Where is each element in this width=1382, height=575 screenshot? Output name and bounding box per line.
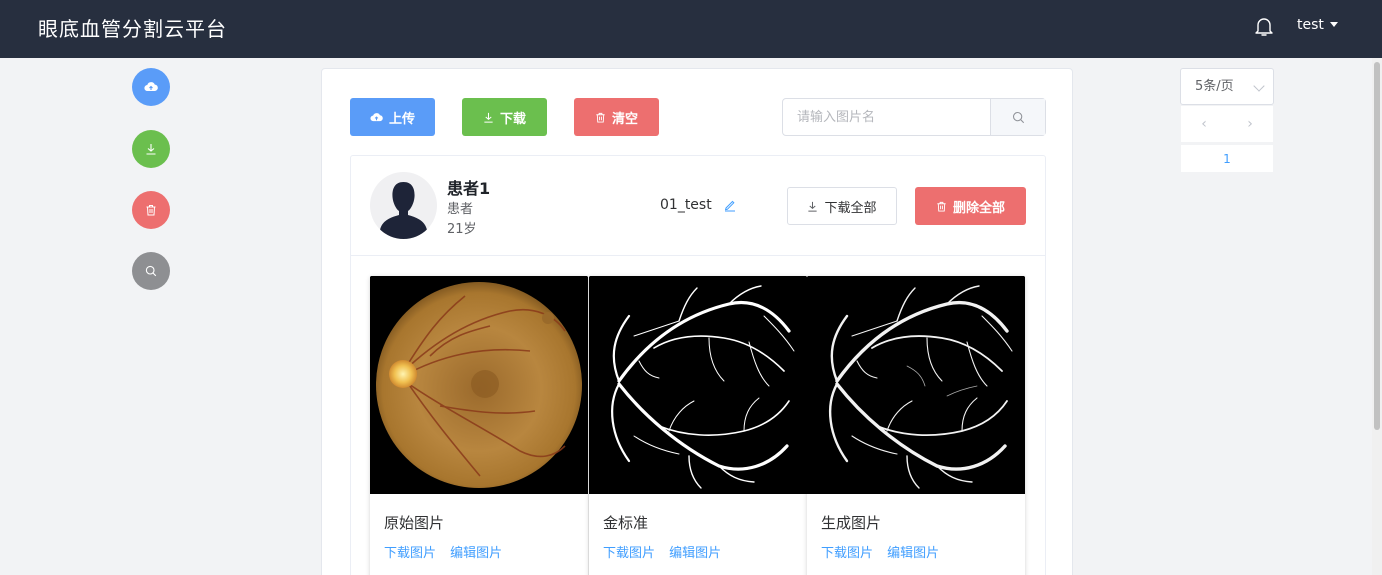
side-clear-button[interactable] (132, 191, 170, 229)
search-box (782, 98, 1046, 136)
vertical-scrollbar[interactable] (1372, 58, 1382, 575)
upload-label: 上传 (388, 111, 415, 127)
cloud-upload-icon (144, 82, 158, 92)
download-image-link[interactable]: 下载图片 (384, 546, 436, 561)
search-button[interactable] (990, 99, 1045, 135)
download-all-button[interactable]: 下载全部 (787, 187, 897, 225)
clear-label: 清空 (611, 111, 638, 127)
search-input[interactable] (783, 99, 991, 135)
patient-name: 患者1 (447, 179, 491, 198)
edit-pen-icon[interactable] (723, 198, 737, 212)
top-header: 眼底血管分割云平台 test (0, 0, 1382, 58)
image-title: 生成图片 (821, 514, 882, 532)
image-card-ground-truth: 金标准 下载图片 编辑图片 (589, 276, 807, 575)
download-icon (146, 144, 156, 155)
cloud-upload-icon (370, 112, 383, 121)
search-icon (145, 265, 157, 277)
edit-image-link[interactable]: 编辑图片 (450, 546, 502, 561)
avatar (370, 172, 437, 239)
image-links: 下载图片 编辑图片 (603, 542, 731, 561)
download-all-label: 下载全部 (824, 200, 877, 216)
image-links: 下载图片 编辑图片 (821, 542, 949, 561)
side-download-button[interactable] (132, 130, 170, 168)
trash-icon (596, 112, 605, 123)
app-title: 眼底血管分割云平台 (38, 17, 227, 41)
patient-card: 患者1 患者 21岁 01_test 下载全部 删除全部 原始图片 下载图片 编… (350, 155, 1046, 575)
pager-nav: ‹ › (1181, 106, 1273, 142)
page-size-select[interactable]: 5条/页 (1180, 68, 1274, 105)
user-name: test (1297, 17, 1324, 33)
generated-image[interactable] (807, 276, 1025, 494)
trash-icon (937, 201, 946, 212)
scrollbar-thumb[interactable] (1374, 62, 1380, 430)
patient-age: 21岁 (447, 222, 477, 237)
caret-down-icon (1329, 22, 1338, 27)
download-label: 下载 (499, 111, 526, 127)
delete-all-label: 删除全部 (952, 200, 1005, 216)
edit-image-link[interactable]: 编辑图片 (669, 546, 721, 561)
user-menu[interactable]: test (1297, 17, 1338, 33)
main-panel: 上传 下载 清空 患者1 患者 21岁 01_test 下载全 (321, 68, 1073, 575)
side-search-button[interactable] (132, 252, 170, 290)
next-page-button[interactable]: › (1227, 106, 1273, 142)
image-links: 下载图片 编辑图片 (384, 542, 512, 561)
download-image-link[interactable]: 下载图片 (821, 546, 873, 561)
edit-image-link[interactable]: 编辑图片 (887, 546, 939, 561)
image-gallery: 原始图片 下载图片 编辑图片 金标准 下载图片 编辑图片 生成图片 下载图片 编… (370, 276, 1026, 575)
trash-icon (146, 205, 156, 216)
fundus-image[interactable] (370, 276, 588, 494)
image-title: 原始图片 (384, 514, 445, 532)
upload-button[interactable]: 上传 (350, 98, 435, 136)
search-icon (1012, 111, 1024, 123)
record-name: 01_test (660, 197, 712, 213)
page-size-value: 5条/页 (1195, 79, 1234, 94)
download-icon (808, 201, 818, 212)
page-number-1[interactable]: 1 (1181, 145, 1273, 172)
ground-truth-image[interactable] (589, 276, 807, 494)
download-button[interactable]: 下载 (462, 98, 547, 136)
chevron-down-icon (1253, 80, 1265, 92)
patient-role: 患者 (447, 202, 474, 217)
side-upload-button[interactable] (132, 68, 170, 106)
bell-icon[interactable] (1254, 16, 1274, 38)
download-icon (484, 112, 493, 123)
download-image-link[interactable]: 下载图片 (603, 546, 655, 561)
image-title: 金标准 (603, 514, 649, 532)
delete-all-button[interactable]: 删除全部 (915, 187, 1026, 225)
person-silhouette-icon (380, 182, 427, 239)
patient-header: 患者1 患者 21岁 01_test 下载全部 删除全部 (351, 156, 1045, 256)
clear-button[interactable]: 清空 (574, 98, 659, 136)
prev-page-button[interactable]: ‹ (1181, 106, 1227, 142)
image-card-generated: 生成图片 下载图片 编辑图片 (807, 276, 1025, 575)
image-card-original: 原始图片 下载图片 编辑图片 (370, 276, 588, 575)
